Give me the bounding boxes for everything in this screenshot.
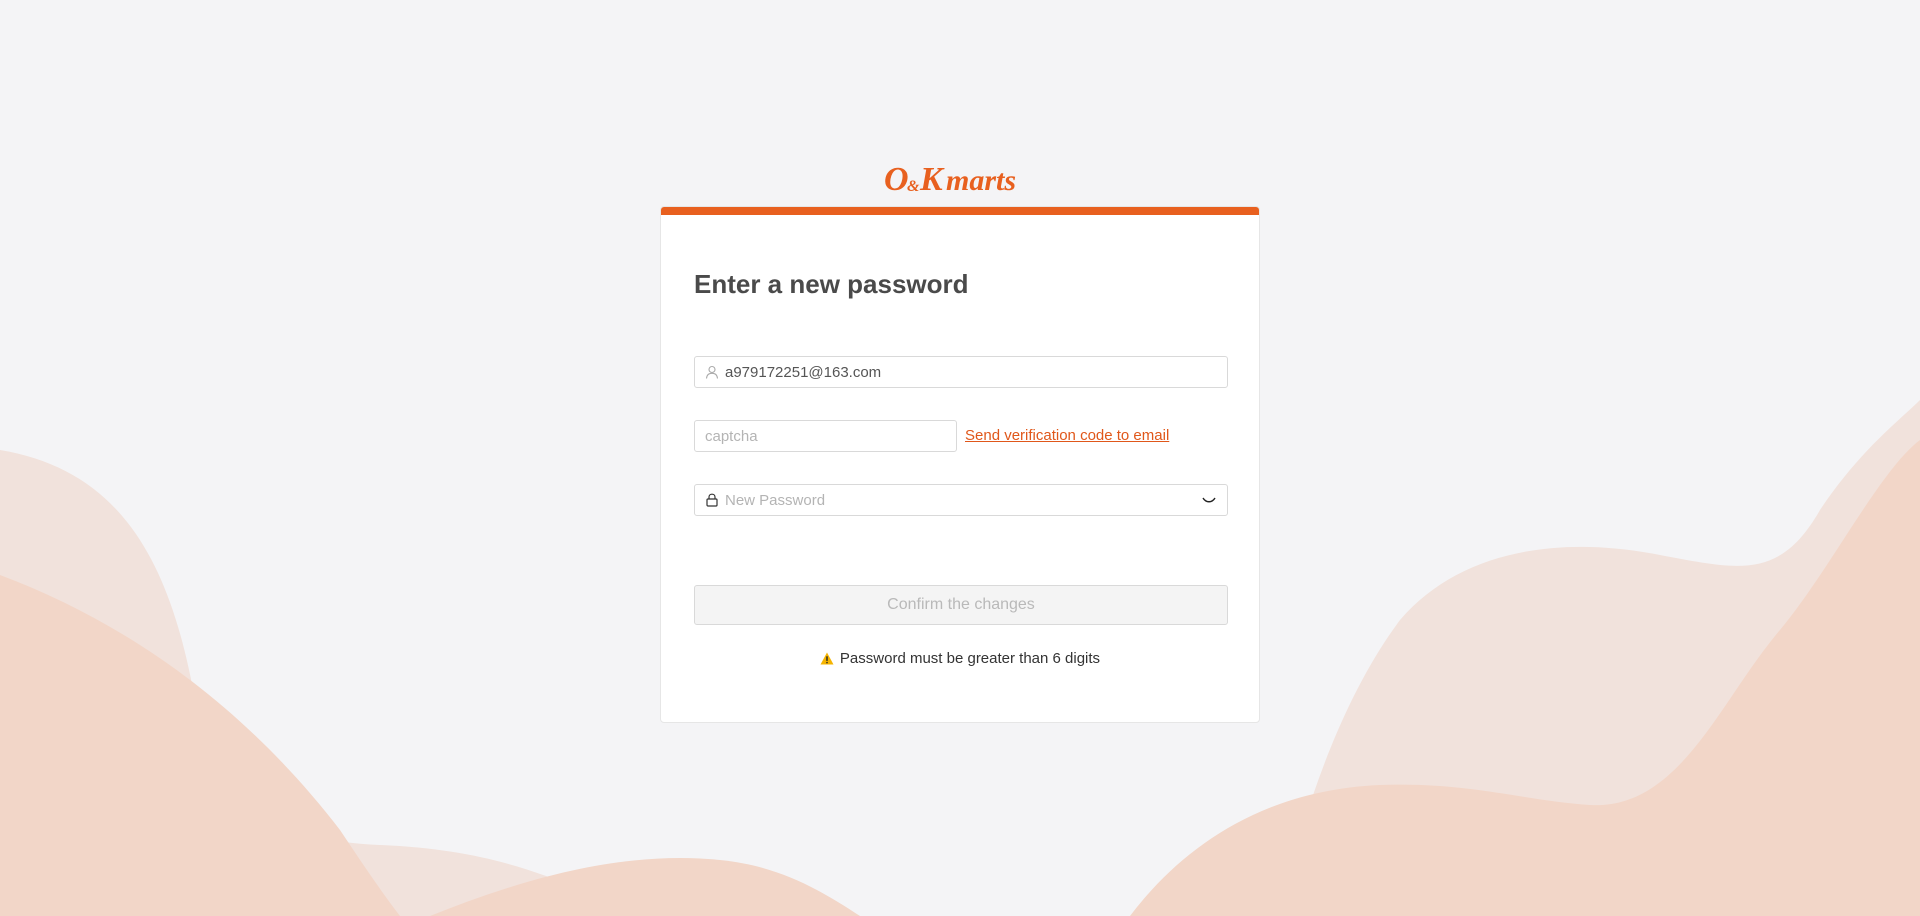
confirm-changes-button[interactable]: Confirm the changes (694, 585, 1228, 625)
new-password-input[interactable] (725, 491, 1195, 509)
captcha-field[interactable] (694, 420, 957, 452)
send-verification-code-link[interactable]: Send verification code to email (965, 427, 1169, 444)
eye-closed-icon[interactable] (1201, 494, 1217, 506)
lock-icon (706, 493, 718, 507)
page: O & K marts Enter a new password Send ve… (0, 0, 1920, 916)
card-accent-bar (661, 207, 1259, 215)
captcha-input[interactable] (705, 427, 946, 445)
warning-icon (820, 652, 834, 665)
svg-text:K: K (919, 161, 945, 198)
new-password-field[interactable] (694, 484, 1228, 516)
email-input[interactable] (725, 363, 1217, 381)
svg-text:&: & (907, 178, 920, 195)
password-warning: Password must be greater than 6 digits (661, 650, 1259, 667)
warning-text: Password must be greater than 6 digits (839, 650, 1101, 667)
svg-text:O: O (884, 161, 909, 198)
reset-password-card: Enter a new password Send verification c… (660, 206, 1260, 723)
email-field[interactable] (694, 356, 1228, 388)
wave-left-front (0, 575, 400, 916)
page-title: Enter a new password (694, 269, 969, 299)
user-icon (705, 365, 719, 379)
brand-logo: O & K marts (884, 161, 1016, 198)
svg-text:marts: marts (946, 164, 1016, 197)
